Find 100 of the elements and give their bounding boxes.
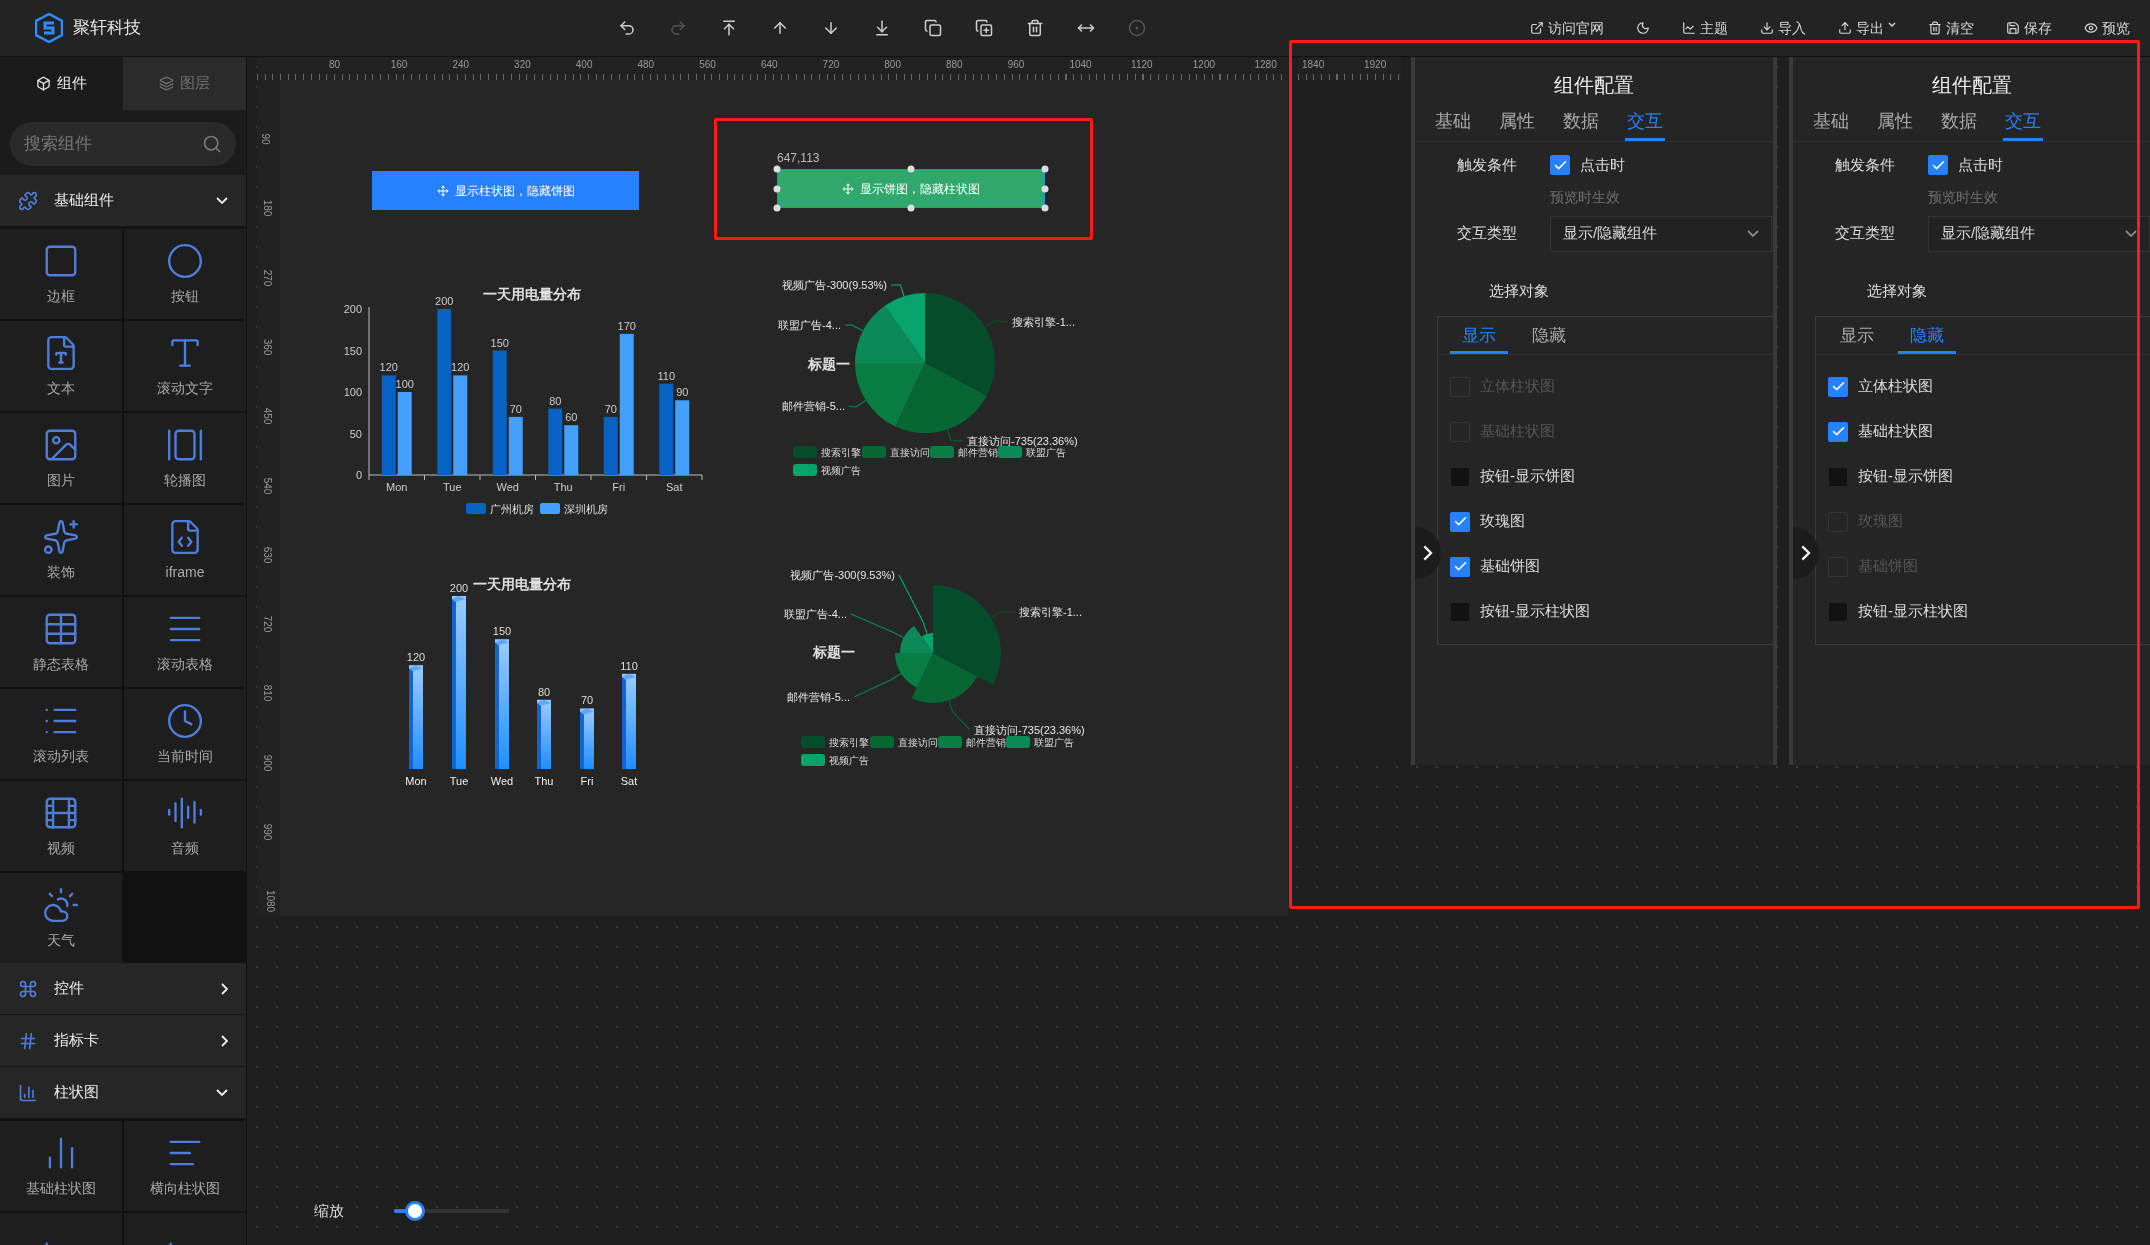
panel-tab[interactable]: 属性: [1875, 108, 1915, 141]
collapse-button[interactable]: [1415, 527, 1441, 579]
interaction-select[interactable]: 显示/隐藏组件: [1550, 215, 1772, 252]
resize-handle[interactable]: [907, 165, 915, 173]
component-tile[interactable]: 滚动表格: [124, 597, 246, 687]
component-tile[interactable]: 基础柱状图: [0, 1121, 122, 1211]
panel-tab[interactable]: 交互: [1625, 108, 1665, 141]
resize-handle[interactable]: [773, 204, 781, 212]
component-tile[interactable]: 文本: [0, 321, 122, 411]
panel-tab[interactable]: 交互: [2003, 108, 2043, 141]
resize-handle[interactable]: [1041, 185, 1049, 192]
target-icon: [1128, 19, 1146, 37]
ruler-label: 1840: [1302, 60, 1325, 70]
interaction-select[interactable]: 显示/隐藏组件: [1928, 215, 2150, 252]
legend-label: 搜索引擎: [821, 447, 861, 458]
search-field[interactable]: 搜索组件: [10, 122, 236, 166]
target-tab[interactable]: 隐藏: [1520, 322, 1578, 354]
data-label: 80: [549, 394, 562, 407]
legend-label: 视频广告: [829, 755, 869, 766]
resize-handle[interactable]: [773, 185, 781, 192]
panel-tab[interactable]: 属性: [1497, 108, 1537, 141]
legend-label: 邮件营销: [966, 737, 1006, 748]
category-header[interactable]: 基础组件: [0, 175, 246, 227]
header-action[interactable]: 导出: [1838, 17, 1896, 39]
checkbox[interactable]: [1928, 155, 1948, 176]
number-icon: [18, 1030, 38, 1051]
category-header[interactable]: 控件: [0, 963, 246, 1015]
checkbox[interactable]: [1828, 421, 1848, 442]
ruler-label: 160: [390, 60, 408, 70]
header-action[interactable]: 预览: [2084, 17, 2130, 39]
component-tile[interactable]: 横向柱状图: [124, 1121, 246, 1211]
component-tile[interactable]: 视频: [0, 781, 122, 871]
header-action[interactable]: 清空: [1928, 17, 1974, 39]
component-tile[interactable]: 滚动列表: [0, 689, 122, 779]
cube-icon: [36, 76, 51, 91]
component-tile[interactable]: 静态表格: [0, 597, 122, 687]
category-header[interactable]: 柱状图: [0, 1067, 246, 1119]
resize-handle[interactable]: [907, 204, 915, 212]
field-label: 触发条件: [1457, 155, 1518, 175]
axis-label: Tue: [449, 775, 469, 787]
panel-title: 组件配置: [1553, 73, 1636, 98]
legend-label: 深圳机房: [564, 503, 608, 515]
moon-icon: [1636, 21, 1650, 35]
component-tile[interactable]: 装饰: [0, 505, 122, 595]
header-action[interactable]: 访问官网: [1530, 17, 1604, 39]
data-label: 80: [537, 685, 551, 698]
component-tile[interactable]: 当前时间: [124, 689, 246, 779]
component-tile[interactable]: 边框: [0, 229, 122, 319]
chevron-right-icon: [1801, 545, 1811, 561]
panel-title: 组件配置: [1930, 73, 2013, 98]
legend-swatch: [801, 754, 825, 766]
ruler-label: 360: [262, 338, 273, 356]
header-action[interactable]: 主题: [1682, 17, 1728, 39]
axis-label: Thu: [553, 481, 573, 493]
collapse-button[interactable]: [1793, 527, 1819, 579]
slider-thumb[interactable]: [404, 1201, 425, 1222]
resize-handle[interactable]: [1041, 204, 1049, 212]
component-tile[interactable]: iframe: [124, 505, 246, 595]
header-action[interactable]: 保存: [2006, 17, 2052, 39]
zoom-label: 缩放: [314, 1201, 344, 1221]
canvas-button[interactable]: 显示柱状图，隐藏饼图: [372, 171, 639, 210]
chart-title: 一天用电量分布: [483, 286, 581, 302]
chart-title: 标题一: [813, 644, 855, 660]
slice-label: 视频广告-300(9.53%): [782, 279, 887, 291]
brand-name: 聚轩科技: [73, 17, 141, 40]
bar: [548, 408, 563, 475]
hint-text: 预览时生效: [1927, 187, 1999, 207]
target-tab[interactable]: 隐藏: [1898, 322, 1956, 354]
target-label: 立体柱状图: [1858, 376, 1933, 397]
axis-label: 150: [343, 344, 362, 357]
component-tile[interactable]: 滚动文字: [124, 321, 246, 411]
resize-handle[interactable]: [773, 165, 781, 173]
ruler-label: 800: [884, 60, 901, 70]
panel-tab[interactable]: 数据: [1561, 108, 1601, 141]
component-tile[interactable]: 音频: [124, 781, 246, 871]
checkbox[interactable]: [1550, 155, 1570, 176]
panel-tab[interactable]: 基础: [1811, 108, 1851, 141]
theme-toggle[interactable]: [1636, 21, 1650, 35]
target-tab[interactable]: 显示: [1828, 322, 1886, 354]
component-tile[interactable]: 天气: [0, 873, 122, 963]
legend-swatch: [1006, 736, 1030, 748]
checkbox[interactable]: [1450, 511, 1470, 532]
ruler-label: 1120: [1131, 60, 1153, 70]
move-icon: [842, 182, 854, 195]
component-tile[interactable]: 轮播图: [124, 413, 246, 503]
category-header[interactable]: 指标卡: [0, 1015, 246, 1067]
slice-label: 搜索引擎-1...: [1012, 316, 1075, 328]
checkbox[interactable]: [1450, 556, 1470, 577]
resize-handle[interactable]: [1041, 165, 1049, 173]
panel-tab[interactable]: 数据: [1939, 108, 1979, 141]
checkbox[interactable]: [1828, 376, 1848, 397]
clock-icon: [166, 701, 204, 740]
chart-icon: [1682, 21, 1696, 35]
component-tile[interactable]: 图片: [0, 413, 122, 503]
header-action[interactable]: 导入: [1760, 17, 1806, 39]
panel-tab[interactable]: 基础: [1433, 108, 1473, 141]
move-icon: [436, 184, 449, 197]
ruler-label: 270: [262, 269, 273, 286]
target-tab[interactable]: 显示: [1450, 322, 1508, 354]
component-tile[interactable]: 按钮: [124, 229, 246, 319]
